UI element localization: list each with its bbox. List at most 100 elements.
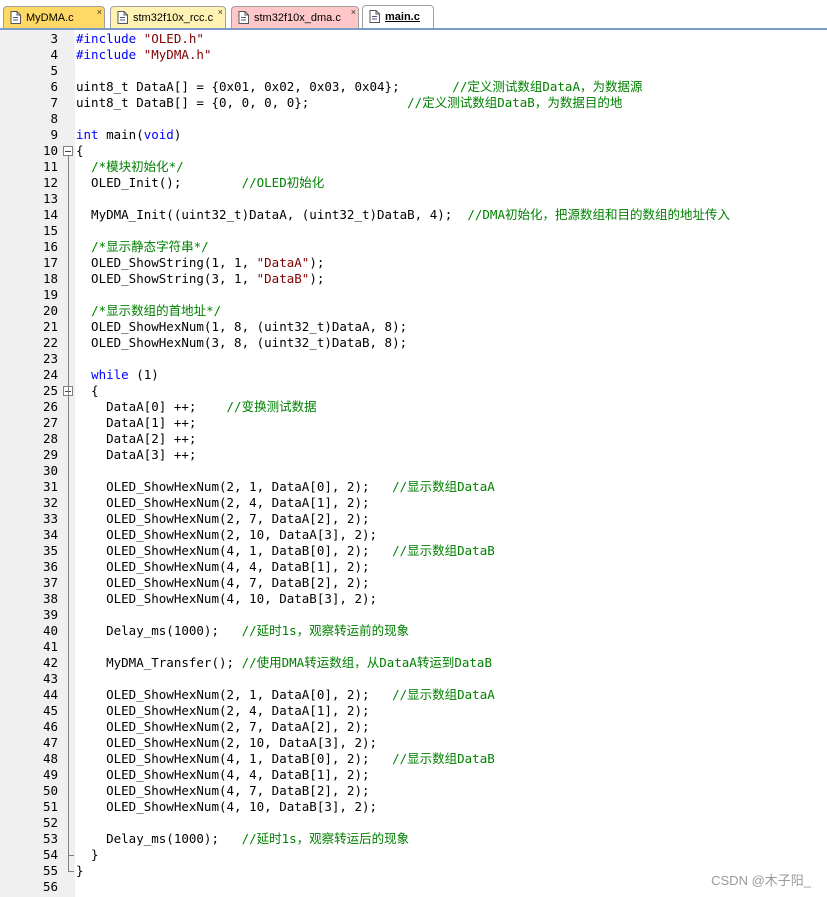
code-line[interactable]: 46 OLED_ShowHexNum(2, 7, DataA[2], 2);: [0, 719, 827, 735]
line-number: 35: [42, 543, 58, 558]
code-line[interactable]: 11 /*模块初始化*/: [0, 159, 827, 175]
tab-stm32f10x-dma-c[interactable]: stm32f10x_dma.c ×: [231, 6, 359, 28]
code-string: "OLED.h": [143, 31, 204, 46]
code-comment: //显示数组DataB: [392, 543, 495, 558]
code-line[interactable]: 30: [0, 463, 827, 479]
code-line[interactable]: 34 OLED_ShowHexNum(2, 10, DataA[3], 2);: [0, 527, 827, 543]
line-number: 37: [42, 575, 58, 590]
code-line[interactable]: 29 DataA[3] ++;: [0, 447, 827, 463]
code-line[interactable]: 7 uint8_t DataB[] = {0, 0, 0, 0}; //定义测试数…: [0, 95, 827, 111]
code-comment: //显示数组DataA: [392, 479, 495, 494]
line-number: 3: [50, 31, 58, 46]
code-line[interactable]: 27 DataA[1] ++;: [0, 415, 827, 431]
tab-stm32f10x-rcc-c[interactable]: stm32f10x_rcc.c ×: [110, 6, 226, 28]
code-text: OLED_ShowHexNum(4, 10, DataB[3], 2);: [76, 799, 377, 815]
code-keyword: #include: [76, 47, 144, 62]
code-line[interactable]: 16 /*显示静态字符串*/: [0, 239, 827, 255]
tab-close-icon[interactable]: ×: [218, 8, 223, 17]
code-line[interactable]: 12 OLED_Init(); //OLED初始化: [0, 175, 827, 191]
fold-collapse-icon[interactable]: [63, 146, 73, 156]
code-line[interactable]: 24 while (1): [0, 367, 827, 383]
code-line[interactable]: 53 Delay_ms(1000); //延时1s，观察转运后的现象: [0, 831, 827, 847]
code-line[interactable]: 6 uint8_t DataA[] = {0x01, 0x02, 0x03, 0x…: [0, 79, 827, 95]
code-token: );: [309, 255, 325, 270]
code-line[interactable]: 22 OLED_ShowHexNum(3, 8, (uint32_t)DataB…: [0, 335, 827, 351]
code-line[interactable]: 40 Delay_ms(1000); //延时1s，观察转运前的现象: [0, 623, 827, 639]
code-line[interactable]: 15: [0, 223, 827, 239]
tab-bar-divider: [0, 28, 827, 30]
code-token: OLED_ShowHexNum(2, 1, DataA[0], 2);: [76, 479, 393, 494]
line-number: 7: [50, 95, 58, 110]
code-keyword: int: [76, 127, 99, 142]
code-line[interactable]: 42 MyDMA_Transfer(); //使用DMA转运数组，从DataA转…: [0, 655, 827, 671]
line-number: 55: [42, 863, 58, 878]
code-line[interactable]: 21 OLED_ShowHexNum(1, 8, (uint32_t)DataA…: [0, 319, 827, 335]
code-line[interactable]: 45 OLED_ShowHexNum(2, 4, DataA[1], 2);: [0, 703, 827, 719]
code-line[interactable]: 41: [0, 639, 827, 655]
code-line[interactable]: 35 OLED_ShowHexNum(4, 1, DataB[0], 2); /…: [0, 543, 827, 559]
code-token: uint8_t DataB[] = {0, 0, 0, 0};: [76, 95, 408, 110]
line-number: 31: [42, 479, 58, 494]
code-string: "MyDMA.h": [143, 47, 212, 62]
code-line[interactable]: 56: [0, 879, 827, 895]
code-line[interactable]: 10 {: [0, 143, 827, 159]
code-keyword: while: [91, 367, 129, 382]
code-string: "DataA": [256, 255, 310, 270]
code-line[interactable]: 55}: [0, 863, 827, 879]
code-line[interactable]: 13: [0, 191, 827, 207]
code-text: while (1): [76, 367, 159, 383]
code-line[interactable]: 18 OLED_ShowString(3, 1, "DataB");: [0, 271, 827, 287]
code-text: #include "MyDMA.h": [76, 47, 211, 63]
code-line[interactable]: 5: [0, 63, 827, 79]
code-comment: //定义测试数组DataB，为数据目的地: [407, 95, 623, 110]
code-line[interactable]: 43: [0, 671, 827, 687]
code-line[interactable]: 31 OLED_ShowHexNum(2, 1, DataA[0], 2); /…: [0, 479, 827, 495]
code-line[interactable]: 32 OLED_ShowHexNum(2, 4, DataA[1], 2);: [0, 495, 827, 511]
code-token: OLED_ShowHexNum(2, 4, DataA[1], 2);: [76, 703, 370, 718]
code-token: DataA[2] ++;: [76, 431, 197, 446]
code-text: DataA[3] ++;: [76, 447, 196, 463]
line-number: 39: [42, 607, 58, 622]
code-line[interactable]: 36 OLED_ShowHexNum(4, 4, DataB[1], 2);: [0, 559, 827, 575]
tab-main-c[interactable]: main.c: [362, 5, 434, 29]
c-file-icon: [10, 11, 21, 24]
code-line[interactable]: 19: [0, 287, 827, 303]
code-line[interactable]: 37 OLED_ShowHexNum(4, 7, DataB[2], 2);: [0, 575, 827, 591]
code-line[interactable]: 47 OLED_ShowHexNum(2, 10, DataA[3], 2);: [0, 735, 827, 751]
code-line[interactable]: 17 OLED_ShowString(1, 1, "DataA");: [0, 255, 827, 271]
code-line[interactable]: 26 DataA[0] ++; //变换测试数据: [0, 399, 827, 415]
code-line[interactable]: 25 {: [0, 383, 827, 399]
line-number: 44: [42, 687, 58, 702]
code-text: OLED_ShowHexNum(2, 10, DataA[3], 2);: [76, 527, 377, 543]
code-token: OLED_ShowString(1, 1,: [76, 255, 257, 270]
tab-close-icon[interactable]: ×: [97, 8, 102, 17]
code-line[interactable]: 38 OLED_ShowHexNum(4, 10, DataB[3], 2);: [0, 591, 827, 607]
code-line[interactable]: 49 OLED_ShowHexNum(4, 4, DataB[1], 2);: [0, 767, 827, 783]
code-token: OLED_ShowHexNum(2, 10, DataA[3], 2);: [76, 735, 378, 750]
tab-mydma-c[interactable]: MyDMA.c ×: [3, 6, 105, 28]
code-line[interactable]: 33 OLED_ShowHexNum(2, 7, DataA[2], 2);: [0, 511, 827, 527]
line-number: 33: [42, 511, 58, 526]
code-line[interactable]: 48 OLED_ShowHexNum(4, 1, DataB[0], 2); /…: [0, 751, 827, 767]
code-text: OLED_ShowHexNum(4, 7, DataB[2], 2);: [76, 575, 369, 591]
code-line[interactable]: 51 OLED_ShowHexNum(4, 10, DataB[3], 2);: [0, 799, 827, 815]
code-line[interactable]: 28 DataA[2] ++;: [0, 431, 827, 447]
code-line[interactable]: 3 #include "OLED.h": [0, 31, 827, 47]
line-number: 25: [42, 383, 58, 398]
code-line[interactable]: 44 OLED_ShowHexNum(2, 1, DataA[0], 2); /…: [0, 687, 827, 703]
code-line[interactable]: 20 /*显示数组的首地址*/: [0, 303, 827, 319]
tab-close-icon[interactable]: ×: [351, 8, 356, 17]
code-line[interactable]: 14 MyDMA_Init((uint32_t)DataA, (uint32_t…: [0, 207, 827, 223]
line-number: 12: [42, 175, 58, 190]
code-line[interactable]: 54 }: [0, 847, 827, 863]
code-line[interactable]: 23: [0, 351, 827, 367]
code-token: MyDMA_Transfer();: [76, 655, 242, 670]
code-line[interactable]: 8: [0, 111, 827, 127]
line-number: 50: [42, 783, 58, 798]
code-token: OLED_ShowHexNum(3, 8, (uint32_t)DataB, 8…: [76, 335, 408, 350]
code-line[interactable]: 50 OLED_ShowHexNum(4, 7, DataB[2], 2);: [0, 783, 827, 799]
code-line[interactable]: 52: [0, 815, 827, 831]
code-line[interactable]: 9 int main(void): [0, 127, 827, 143]
code-line[interactable]: 39: [0, 607, 827, 623]
code-line[interactable]: 4 #include "MyDMA.h": [0, 47, 827, 63]
